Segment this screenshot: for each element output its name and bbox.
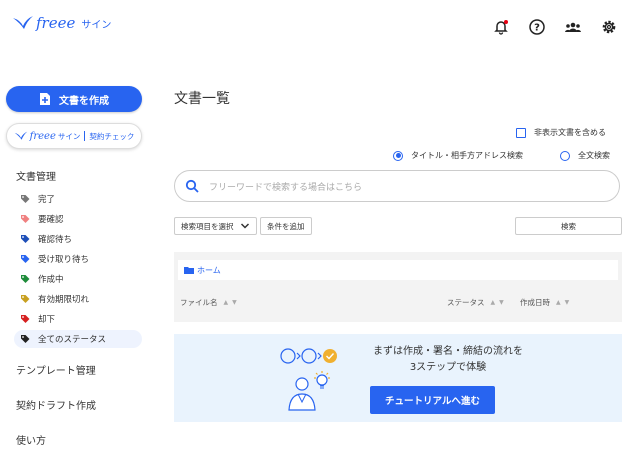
status-item[interactable]: 有効期限切れ (14, 290, 142, 308)
svg-text:?: ? (534, 23, 540, 34)
status-item-label: 完了 (38, 195, 56, 205)
tag-icon (21, 195, 30, 203)
status-item-label: 却下 (38, 315, 56, 325)
status-item-label: 要確認 (38, 215, 64, 225)
column-status-label: ステータス (447, 298, 485, 307)
status-item[interactable]: 受け取り待ち (14, 250, 142, 268)
file-list: ホーム ファイル名 ▲▼ ステータス ▲▼ 作成日時 ▲▼ (174, 252, 622, 322)
bird-logo-icon (13, 16, 33, 29)
tutorial-button[interactable]: チュートリアルへ進む (370, 386, 495, 414)
search-icon (185, 179, 199, 193)
radio-fulltext-search[interactable]: 全文検索 (560, 150, 610, 161)
sidebar-item-templates[interactable]: テンプレート管理 (16, 362, 96, 377)
tag-icon (21, 315, 30, 323)
tutorial-text: まずは作成・署名・締結の流れを 3ステップで体験 (348, 344, 548, 376)
status-item-label: 確認待ち (38, 235, 73, 245)
tutorial-banner: まずは作成・署名・締結の流れを 3ステップで体験 チュートリアルへ進む (174, 334, 622, 422)
add-condition-button[interactable]: 条件を追加 (260, 217, 312, 235)
column-created[interactable]: 作成日時 ▲▼ (520, 297, 573, 308)
status-item[interactable]: 作成中 (14, 270, 142, 288)
search-placeholder: フリーワードで検索する場合はこちら (209, 182, 363, 193)
add-condition-label: 条件を追加 (267, 221, 305, 231)
status-item-label: 有効期限切れ (38, 295, 90, 305)
create-document-label: 文書を作成 (59, 95, 109, 107)
freee-sign-logo[interactable]: freee サイン (12, 14, 111, 32)
status-item-label: 受け取り待ち (38, 255, 90, 265)
include-hidden-checkbox[interactable]: 非表示文書を含める (516, 127, 606, 138)
select-search-item-label: 検索項目を選択 (181, 221, 234, 231)
search-input[interactable]: フリーワードで検索する場合はこちら (174, 170, 620, 202)
contract-check-brand: freee (29, 130, 56, 142)
folder-icon (184, 267, 194, 274)
sidebar-item-howto[interactable]: 使い方 (16, 432, 46, 447)
status-item[interactable]: 要確認 (14, 210, 142, 228)
documents-section-title: 文書管理 (16, 172, 56, 183)
tag-icon (21, 335, 30, 343)
tag-icon (21, 295, 30, 303)
status-item[interactable]: 全てのステータス (14, 330, 142, 348)
header: freee サイン ? (0, 0, 642, 58)
bird-logo-icon (14, 131, 27, 140)
column-created-label: 作成日時 (520, 298, 550, 307)
sort-icon: ▲▼ (223, 299, 241, 306)
column-filename[interactable]: ファイル名 ▲▼ (180, 297, 241, 308)
select-search-item-dropdown[interactable]: 検索項目を選択 (174, 217, 257, 235)
contract-check-label: 契約チェック (89, 131, 135, 141)
divider (84, 131, 86, 141)
contract-check-button[interactable]: freee サイン 契約チェック (6, 123, 142, 149)
contract-check-product: サイン (57, 131, 81, 141)
status-item-label: 作成中 (38, 275, 64, 285)
sidebar: 文書を作成 freee サイン 契約チェック 文書管理 完了要確認確認待ち受け取… (0, 58, 158, 456)
add-document-icon (40, 93, 50, 105)
tutorial-text-line1: まずは作成・署名・締結の流れを (373, 346, 523, 357)
brand-name: freee (36, 14, 76, 32)
chevron-down-icon (240, 223, 249, 229)
include-hidden-label: 非表示文書を含める (534, 128, 606, 137)
people-icon[interactable] (564, 18, 582, 36)
sidebar-item-contract-draft[interactable]: 契約ドラフト作成 (16, 397, 96, 412)
tag-icon (21, 275, 30, 283)
tutorial-illustration (280, 348, 337, 411)
page-title: 文書一覧 (174, 91, 230, 107)
status-item[interactable]: 完了 (14, 190, 142, 208)
tag-icon (21, 215, 30, 223)
product-name: サイン (81, 19, 112, 31)
search-button[interactable]: 検索 (515, 217, 622, 235)
breadcrumb-home[interactable]: ホーム (178, 260, 618, 280)
status-item-label: 全てのステータス (38, 335, 107, 345)
sort-icon: ▲▼ (490, 299, 508, 306)
settings-icon[interactable] (600, 18, 618, 36)
radio-title-search-label: タイトル・相手方アドレス検索 (411, 151, 523, 160)
home-label: ホーム (197, 265, 221, 275)
tag-icon (21, 235, 30, 243)
status-item[interactable]: 確認待ち (14, 230, 142, 248)
radio-fulltext-label: 全文検索 (578, 151, 610, 160)
column-filename-label: ファイル名 (180, 298, 218, 307)
checkbox-box (516, 127, 526, 138)
notification-dot (504, 20, 508, 24)
status-item[interactable]: 却下 (14, 310, 142, 328)
radio-title-search[interactable]: タイトル・相手方アドレス検索 (393, 150, 523, 161)
tag-icon (21, 255, 30, 263)
bell-icon[interactable] (492, 18, 510, 36)
create-document-button[interactable]: 文書を作成 (6, 86, 142, 112)
tutorial-text-line2: 3ステップで体験 (409, 362, 487, 373)
radio-circle-selected (393, 150, 403, 161)
sort-icon: ▲▼ (556, 299, 574, 306)
radio-circle (560, 150, 570, 161)
help-icon[interactable]: ? (528, 18, 546, 36)
column-status[interactable]: ステータス ▲▼ (447, 297, 508, 308)
